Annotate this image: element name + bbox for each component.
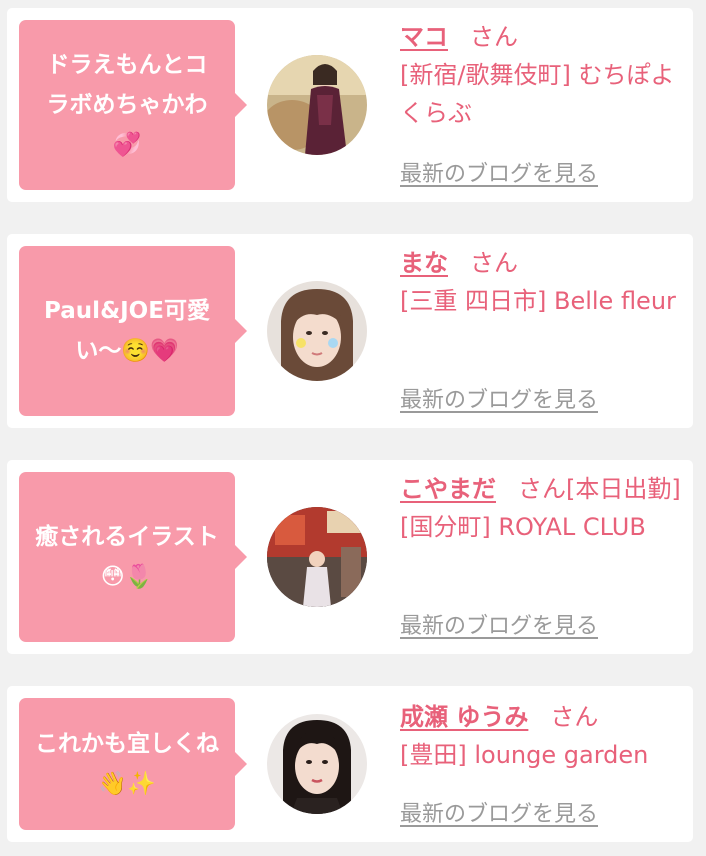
comment-text: ドラえもんとコラボめちゃかわ💞 xyxy=(46,52,208,158)
latest-blog-link[interactable]: 最新のブログを見る xyxy=(400,608,598,640)
shop-name: [三重 四日市] Belle fleur xyxy=(400,287,676,315)
cast-info: 成瀬 ゆうみ さん [豊田] lounge garden xyxy=(400,698,683,774)
latest-blog-link[interactable]: 最新のブログを見る xyxy=(400,796,598,828)
cast-info: まな さん [三重 四日市] Belle fleur xyxy=(400,244,683,320)
cast-name-link[interactable]: マコ xyxy=(400,23,448,51)
name-line: こやまだ さん[本日出勤] xyxy=(400,475,681,503)
latest-blog-link[interactable]: 最新のブログを見る xyxy=(400,156,598,188)
blog-card: 癒されるイラスト😳🌷 こやまだ さん[本日出勤] [国分町] ROYAL CLUB… xyxy=(7,460,693,654)
avatar[interactable] xyxy=(267,281,367,381)
latest-blog-link[interactable]: 最新のブログを見る xyxy=(400,382,598,414)
comment-text: Paul&JOE可愛い〜☺️💗 xyxy=(44,298,210,364)
blog-card: Paul&JOE可愛い〜☺️💗 まな さん [三重 四日市] Belle fleu… xyxy=(7,234,693,428)
shop-name: [国分町] ROYAL CLUB xyxy=(400,513,646,541)
name-line: 成瀬 ゆうみ さん xyxy=(400,703,598,731)
avatar[interactable] xyxy=(267,714,367,814)
honorific: さん xyxy=(518,475,566,503)
shop-name: [豊田] lounge garden xyxy=(400,741,649,769)
comment-text: 癒されるイラスト😳🌷 xyxy=(35,524,219,590)
cast-name-link[interactable]: こやまだ xyxy=(400,475,496,503)
comment-bubble[interactable]: Paul&JOE可愛い〜☺️💗 xyxy=(19,246,247,416)
cast-info: こやまだ さん[本日出勤] [国分町] ROYAL CLUB xyxy=(400,470,683,546)
cast-name-link[interactable]: まな xyxy=(400,249,448,277)
shop-name: [新宿/歌舞伎町] むちぽよくらぶ xyxy=(400,61,675,127)
name-line: まな さん xyxy=(400,249,518,277)
avatar[interactable] xyxy=(267,507,367,607)
avatar[interactable] xyxy=(267,55,367,155)
comment-bubble[interactable]: 癒されるイラスト😳🌷 xyxy=(19,472,247,642)
cast-name-link[interactable]: 成瀬 ゆうみ xyxy=(400,703,528,731)
honorific: さん xyxy=(470,249,518,277)
blog-card: これかも宜しくね👋✨ 成瀬 ゆうみ さん [豊田] lounge garden 最… xyxy=(7,686,693,842)
comment-bubble[interactable]: ドラえもんとコラボめちゃかわ💞 xyxy=(19,20,247,190)
comment-bubble[interactable]: これかも宜しくね👋✨ xyxy=(19,698,247,830)
blog-card: ドラえもんとコラボめちゃかわ💞 マコ さん [新宿/歌舞伎町] むちぽよくらぶ 最… xyxy=(7,8,693,202)
comment-text: これかも宜しくね👋✨ xyxy=(35,731,219,797)
work-status: [本日出勤] xyxy=(566,475,681,503)
name-line: マコ さん xyxy=(400,23,518,51)
honorific: さん xyxy=(550,703,599,731)
cast-info: マコ さん [新宿/歌舞伎町] むちぽよくらぶ xyxy=(400,18,683,132)
honorific: さん xyxy=(470,23,518,51)
